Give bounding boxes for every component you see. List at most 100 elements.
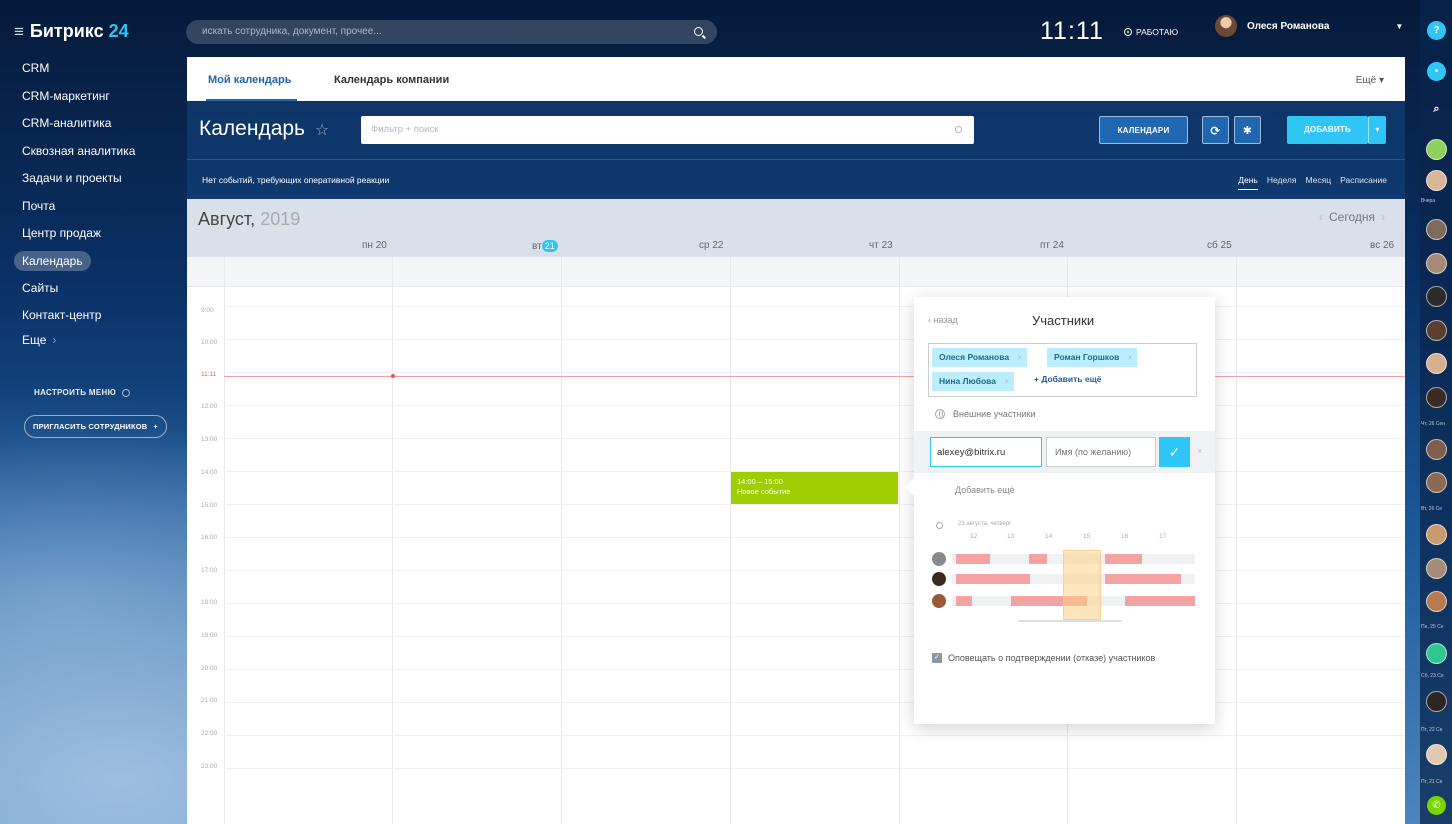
close-icon[interactable]: × <box>1004 372 1009 391</box>
add-participant-link[interactable]: + Добавить ещё <box>1034 374 1101 384</box>
name-field[interactable] <box>1046 437 1156 467</box>
rightbar-date-label: Пт, 21 Се <box>1421 779 1443 785</box>
avatar[interactable] <box>1426 643 1447 664</box>
chevron-left-icon[interactable]: ‹ <box>1319 210 1323 224</box>
avatar[interactable] <box>1426 170 1447 191</box>
add-external-link[interactable]: Добавить ещё <box>955 485 1015 495</box>
day-header-today[interactable]: вт 21 <box>532 240 558 252</box>
participant-chip[interactable]: Нина Любова × <box>932 372 1014 391</box>
participant-name: Олеся Романова <box>939 352 1010 362</box>
avatar[interactable] <box>1426 387 1447 408</box>
notify-checkbox[interactable]: ✓ Оповещать о подтверждении (отказе) уча… <box>932 653 1155 663</box>
close-icon[interactable]: × <box>1128 348 1133 367</box>
sidebar-item-crm-marketing[interactable]: CRM-маркетинг <box>14 86 143 114</box>
sidebar-item-end-to-end-analytics[interactable]: Сквозная аналитика <box>14 141 143 169</box>
star-icon[interactable]: ☆ <box>315 122 329 139</box>
hour-line <box>224 636 1405 637</box>
invite-employees-button[interactable]: ПРИГЛАСИТЬ СОТРУДНИКОВ + <box>24 415 167 438</box>
grid-line <box>1236 257 1237 824</box>
sync-icon[interactable]: ⟳ <box>1202 116 1229 144</box>
avatar[interactable] <box>1426 253 1447 274</box>
search-icon[interactable]: ⌕ <box>1427 100 1446 119</box>
view-week[interactable]: Неделя <box>1267 175 1297 190</box>
tab-my-calendar[interactable]: Мой календарь <box>208 74 292 86</box>
sidebar-item-crm[interactable]: CRM <box>14 58 143 86</box>
close-icon[interactable]: × <box>1017 348 1022 367</box>
view-month[interactable]: Месяц <box>1306 175 1332 190</box>
view-switcher: День Неделя Месяц Расписание <box>1238 175 1387 190</box>
day-header[interactable]: вс 26 <box>1370 240 1394 251</box>
sidebar-item-tasks[interactable]: Задачи и проекты <box>14 168 143 196</box>
user-menu[interactable]: Олеся Романова ▼ <box>1215 15 1403 37</box>
day-header[interactable]: чт 23 <box>869 240 893 251</box>
tabs-more-button[interactable]: Ещё ▾ <box>1356 75 1384 86</box>
email-field[interactable] <box>930 437 1042 467</box>
avatar[interactable] <box>1426 353 1447 374</box>
calendar-event[interactable]: 14:00 – 15:00 Новое событие <box>731 472 898 504</box>
rightbar-date-label: Пн, 25 Се <box>1421 624 1444 630</box>
today-button[interactable]: Сегодня <box>1329 210 1375 224</box>
sidebar-item-mail[interactable]: Почта <box>14 196 143 224</box>
view-day[interactable]: День <box>1238 175 1258 190</box>
availability-planner[interactable]: 23 августа, четверг 12 13 14 15 16 17 <box>928 517 1200 627</box>
avatar[interactable] <box>1426 139 1447 160</box>
avatar[interactable] <box>1426 591 1447 612</box>
search-icon[interactable] <box>955 126 962 133</box>
sidebar-item-sales-center[interactable]: Центр продаж <box>14 223 143 251</box>
global-search-input[interactable]: искать сотрудника, документ, прочее... <box>186 20 717 44</box>
work-status-label: РАБОТАЮ <box>1136 27 1179 37</box>
gear-icon[interactable]: ✱ <box>1234 116 1261 144</box>
filter-search-input[interactable]: Фильтр + поиск <box>361 116 974 144</box>
avatar[interactable] <box>1426 558 1447 579</box>
all-day-row[interactable] <box>187 257 1405 287</box>
busy-slot <box>1125 596 1195 606</box>
participant-chip[interactable]: Роман Горшков × <box>1047 348 1138 367</box>
sidebar-item-calendar[interactable]: Календарь <box>14 250 91 271</box>
busy-slot <box>1105 554 1142 564</box>
sidebar-item-crm-analytics[interactable]: CRM-аналитика <box>14 113 143 141</box>
sidebar-item-more[interactable]: Еще › <box>22 333 143 347</box>
avatar[interactable] <box>1426 219 1447 240</box>
sidebar-item-sites[interactable]: Сайты <box>14 278 143 306</box>
day-header[interactable]: ср 22 <box>699 240 723 251</box>
back-button[interactable]: ‹ назад <box>928 315 958 325</box>
day-header[interactable]: пн 20 <box>362 240 387 251</box>
day-header[interactable]: пт 24 <box>1040 240 1064 251</box>
work-status-button[interactable]: РАБОТАЮ <box>1124 27 1178 37</box>
tab-company-calendar[interactable]: Календарь компании <box>334 74 449 86</box>
add-button[interactable]: ДОБАВИТЬ <box>1287 116 1368 144</box>
time-label: 15:00 <box>201 502 218 509</box>
view-schedule[interactable]: Расписание <box>1340 175 1387 190</box>
time-label: 13:00 <box>201 436 218 443</box>
avatar[interactable] <box>1426 524 1447 545</box>
chevron-right-icon[interactable]: › <box>1381 210 1385 224</box>
search-icon[interactable] <box>694 27 703 36</box>
participants-field[interactable]: Олеся Романова × Роман Горшков × Нина Лю… <box>928 343 1197 397</box>
phone-icon[interactable]: ✆ <box>1427 796 1446 815</box>
customize-menu-button[interactable]: НАСТРОИТЬ МЕНЮ <box>34 388 131 397</box>
avatar[interactable] <box>1426 691 1447 712</box>
menu-burger-icon[interactable]: ≡ <box>14 22 24 42</box>
avatar[interactable] <box>1426 286 1447 307</box>
checkmark-icon[interactable]: ✓ <box>1159 437 1190 467</box>
selected-time-slot[interactable] <box>1063 550 1101 620</box>
planner-scrollbar[interactable] <box>1018 620 1122 622</box>
calendar-header: Август, 2019 ‹ Сегодня › пн 20 вт 21 ср 2… <box>187 199 1405 257</box>
calendar-body[interactable]: 9:00 10:00 11:11 12:00 13:00 14:00 15:00… <box>187 257 1405 824</box>
avatar[interactable] <box>1426 439 1447 460</box>
sidebar-item-contact-center[interactable]: Контакт-центр <box>14 305 143 333</box>
day-header[interactable]: сб 25 <box>1207 240 1232 251</box>
avatar[interactable] <box>1426 472 1447 493</box>
chevron-down-icon[interactable]: ▾ <box>1368 116 1386 144</box>
logo[interactable]: ≡ Битрикс 24 <box>14 21 129 42</box>
participant-chip[interactable]: Олеся Романова × <box>932 348 1028 367</box>
close-icon[interactable]: × <box>1197 446 1202 456</box>
calendars-button[interactable]: КАЛЕНДАРИ <box>1099 116 1188 144</box>
external-participants-toggle[interactable]: Внешние участники <box>935 409 1035 419</box>
bell-icon[interactable]: • <box>1427 62 1446 81</box>
avatar[interactable] <box>1426 744 1447 765</box>
avatar[interactable] <box>1426 320 1447 341</box>
help-icon[interactable]: ? <box>1427 21 1446 40</box>
day-num: 20 <box>375 240 387 251</box>
hour-label: 14 <box>1045 533 1053 540</box>
